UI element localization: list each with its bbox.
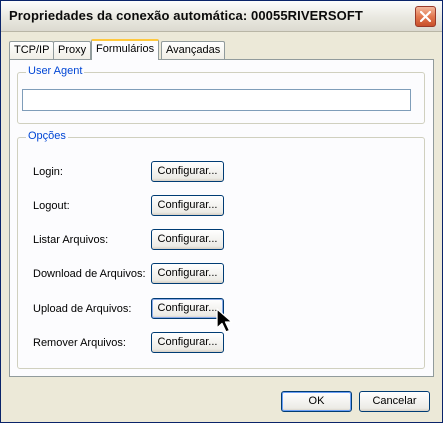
login-configure-button[interactable]: Configurar...	[151, 161, 224, 182]
user-agent-input[interactable]	[22, 89, 411, 111]
list-files-label: Listar Arquivos:	[33, 234, 109, 246]
logout-label: Logout:	[33, 200, 70, 212]
login-label: Login:	[33, 166, 63, 178]
remove-files-label: Remover Arquivos:	[33, 337, 126, 349]
user-agent-group-label: User Agent	[26, 65, 85, 77]
logout-configure-button[interactable]: Configurar...	[151, 195, 224, 216]
remove-files-configure-button[interactable]: Configurar...	[151, 332, 224, 353]
cancel-button[interactable]: Cancelar	[359, 391, 430, 412]
close-button[interactable]	[415, 6, 436, 27]
download-files-configure-button[interactable]: Configurar...	[151, 263, 224, 284]
title-bar[interactable]: Propriedades da conexão automática: 0005…	[1, 1, 442, 32]
close-icon	[420, 11, 431, 22]
ok-button[interactable]: OK	[281, 391, 352, 412]
tab-avancadas[interactable]: Avançadas	[161, 41, 226, 59]
upload-files-label: Upload de Arquivos:	[33, 303, 132, 315]
tab-formularios[interactable]: Formulários	[91, 39, 160, 60]
tab-tcpip[interactable]: TCP/IP	[9, 41, 55, 59]
upload-files-configure-button[interactable]: Configurar...	[151, 298, 224, 319]
download-files-label: Download de Arquivos:	[33, 268, 146, 280]
dialog-window: Propriedades da conexão automática: 0005…	[0, 0, 443, 423]
mouse-pointer-icon	[216, 308, 233, 333]
tab-proxy[interactable]: Proxy	[53, 41, 92, 59]
options-group-label: Opções	[26, 130, 68, 142]
window-title: Propriedades da conexão automática: 0005…	[9, 8, 363, 23]
list-files-configure-button[interactable]: Configurar...	[151, 229, 224, 250]
